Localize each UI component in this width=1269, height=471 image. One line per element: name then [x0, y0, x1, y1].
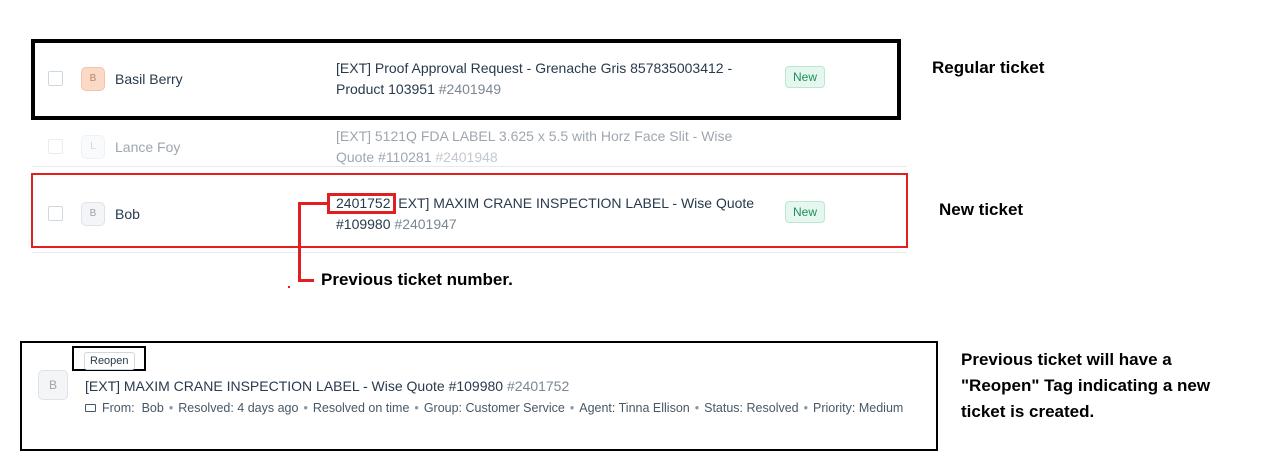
ticket-subject[interactable]: [EXT] 5121Q FDA LABEL 3.625 x 5.5 with H…: [336, 126, 756, 168]
meta-resolved-on-time: Resolved on time: [312, 401, 410, 415]
meta-from-label: From:: [102, 401, 135, 415]
mail-icon: [85, 404, 96, 412]
ticket-meta: From: Bob • Resolved: 4 days ago • Resolved …: [85, 401, 903, 415]
separator-dot: •: [168, 401, 174, 415]
ticket-subject-text[interactable]: [EXT] 5121Q FDA LABEL 3.625 x 5.5 with H…: [336, 128, 732, 165]
separator-dot: •: [569, 401, 575, 415]
ticket-subject-text[interactable]: [EXT] MAXIM CRANE INSPECTION LABEL - Wis…: [85, 378, 503, 394]
annotation-previous-number: Previous ticket number.: [321, 270, 513, 289]
connector-line: [298, 279, 314, 282]
connector-line: [298, 202, 328, 205]
annotation-reopen-note: Previous ticket will have a "Reopen" Tag…: [961, 350, 1211, 421]
avatar: B: [38, 370, 68, 400]
row-divider: [32, 252, 907, 253]
connector-dot: [288, 286, 290, 288]
row-divider: [32, 166, 907, 167]
meta-priority: Priority: Medium: [813, 401, 904, 415]
ticket-id: #2401948: [435, 149, 498, 165]
meta-from[interactable]: Bob: [142, 401, 164, 415]
meta-group: Group: Customer Service: [423, 401, 565, 415]
reopen-tag: Reopen: [84, 352, 135, 370]
connector-line: [298, 202, 301, 282]
annotation-box-regular: [31, 39, 901, 120]
separator-dot: •: [803, 401, 809, 415]
requester-name[interactable]: Lance Foy: [115, 139, 180, 155]
ticket-subject[interactable]: [EXT] MAXIM CRANE INSPECTION LABEL - Wis…: [85, 376, 685, 397]
separator-dot: •: [414, 401, 419, 415]
meta-status: Status: Resolved: [704, 401, 799, 415]
meta-agent: Agent: Tinna Ellison: [579, 401, 690, 415]
ticket-checkbox[interactable]: [48, 139, 63, 154]
annotation-new-ticket: New ticket: [939, 200, 1024, 219]
annotation-box-prev-number: [327, 193, 396, 214]
meta-resolved: Resolved: 4 days ago: [178, 401, 299, 415]
separator-dot: •: [303, 401, 308, 415]
annotation-regular-ticket: Regular ticket: [932, 58, 1045, 77]
separator-dot: •: [694, 401, 700, 415]
avatar: L: [81, 135, 105, 159]
annotation-box-new: [31, 173, 908, 248]
ticket-id: #2401752: [506, 378, 570, 394]
